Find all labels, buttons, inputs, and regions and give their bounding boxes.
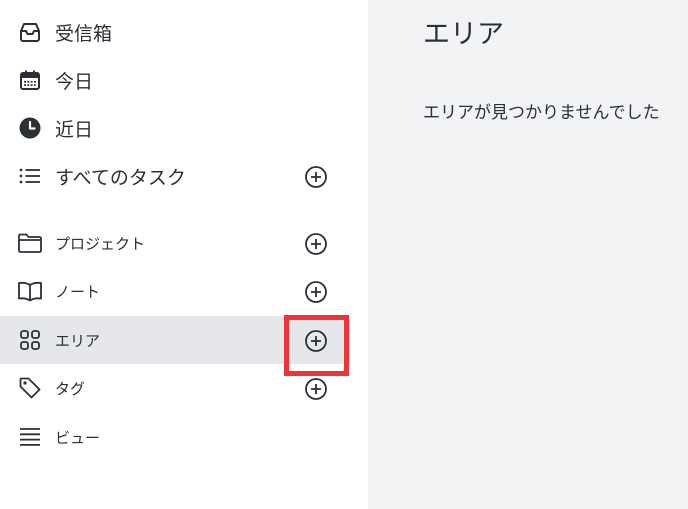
- sidebar-item-today[interactable]: 今日: [0, 56, 350, 104]
- sidebar-item-label: エリア: [55, 331, 101, 350]
- inbox-icon: [17, 20, 43, 44]
- sidebar-item-label: 受信箱: [55, 22, 113, 45]
- sidebar-item-areas[interactable]: エリア: [0, 316, 350, 364]
- plus-circle-icon: [305, 233, 327, 255]
- sidebar-item-tags[interactable]: タグ: [0, 364, 350, 412]
- sidebar-item-all-tasks[interactable]: すべてのタスク: [0, 152, 350, 200]
- sidebar-item-label: ビュー: [55, 428, 101, 447]
- sidebar-item-notes[interactable]: ノート: [0, 267, 350, 315]
- grid-icon: [17, 328, 43, 352]
- sidebar-item-inbox[interactable]: 受信箱: [0, 8, 350, 56]
- folder-icon: [17, 231, 43, 255]
- add-all-tasks-button[interactable]: [304, 165, 328, 189]
- tag-icon: [17, 376, 43, 400]
- add-area-button[interactable]: [304, 329, 328, 353]
- plus-circle-icon: [305, 166, 327, 188]
- add-note-button[interactable]: [304, 280, 328, 304]
- page-title: エリア: [423, 19, 504, 50]
- sidebar-item-upcoming[interactable]: 近日: [0, 104, 350, 152]
- sidebar-item-label: タグ: [55, 379, 86, 398]
- sidebar-item-label: 近日: [55, 118, 94, 141]
- plus-circle-icon: [305, 330, 327, 352]
- add-tag-button[interactable]: [304, 377, 328, 401]
- views-icon: [17, 425, 43, 449]
- sidebar-item-label: すべてのタスク: [55, 166, 186, 189]
- empty-state-message: エリアが見つかりませんでした: [423, 103, 660, 123]
- list-icon: [17, 164, 43, 188]
- sidebar-item-label: ノート: [55, 282, 101, 301]
- plus-circle-icon: [305, 281, 327, 303]
- sidebar-item-label: 今日: [55, 70, 94, 93]
- sidebar-item-projects[interactable]: プロジェクト: [0, 219, 350, 267]
- book-icon: [17, 279, 43, 303]
- main-panel: エリア エリアが見つかりませんでした: [368, 0, 688, 509]
- sidebar-item-label: プロジェクト: [55, 234, 146, 253]
- add-project-button[interactable]: [304, 232, 328, 256]
- clock-icon: [17, 116, 43, 140]
- plus-circle-icon: [305, 378, 327, 400]
- sidebar: 受信箱 今日 近日 すべてのタスク プロジェクト ノート エリア タグ ビュー: [0, 0, 368, 509]
- sidebar-item-views[interactable]: ビュー: [0, 413, 350, 461]
- calendar-icon: [17, 68, 43, 92]
